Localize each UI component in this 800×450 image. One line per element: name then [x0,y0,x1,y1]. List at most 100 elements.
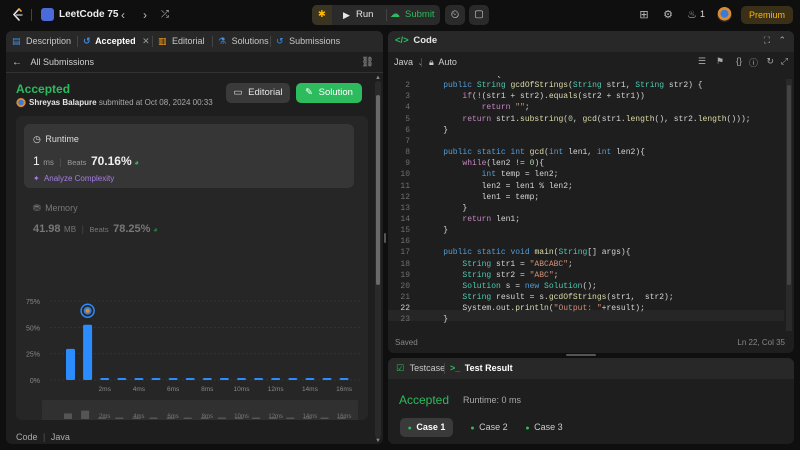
code-line[interactable]: while(len2 != 0){ [424,159,544,168]
maximize-icon[interactable]: ⛶ [764,35,770,46]
submit-button[interactable]: ☁ Submit [388,5,440,25]
scroll-up-icon[interactable]: ▲ [375,75,381,81]
chart-bar [134,378,144,380]
code-line[interactable]: } [424,204,467,213]
case-1-tab[interactable]: ● Case 1 [400,418,453,437]
runtime-header: ◷ Runtime [33,134,79,144]
code-line[interactable]: } [424,126,448,135]
settings-gear-icon[interactable]: ⚙ [661,8,675,22]
scroll-down-icon[interactable]: ▼ [375,438,381,444]
fullscreen-icon[interactable]: ⤢ [781,56,788,67]
code-editor[interactable]: 1 class Solution {2 public String gcdOfSt… [388,76,794,351]
code-line[interactable]: String str2 = "ABC"; [424,271,558,280]
next-problem-button[interactable]: › [138,7,152,23]
edit-icon: ✎ [305,87,313,98]
chart-bar [288,378,298,380]
x-tick-label: 4ms [133,386,146,393]
author-avatar[interactable] [16,98,26,108]
premium-button[interactable]: Premium [741,6,793,24]
code-line[interactable]: String str1 = "ABCABC"; [424,260,572,269]
close-tab-icon[interactable]: ✕ [142,36,150,46]
code-line[interactable]: if(!(str1 + str2).equals(str2 + str1)) [424,92,644,101]
info-icon[interactable]: ⓘ [749,56,758,69]
line-number: 3 [405,92,410,102]
code-line[interactable]: return str1.substring(0, gcd(str1.length… [424,115,750,124]
bookmark-icon[interactable]: ⚑ [716,56,724,67]
submission-panel: ▤ Description ↺ Accepted ✕ ▥ Editorial ⚗… [6,31,383,444]
auto-mode-toggle[interactable]: 🔒︎ Auto [429,57,457,68]
timer-icon[interactable]: ⏲ [445,5,465,25]
divider [152,36,153,47]
case-2-tab[interactable]: ● Case 2 [464,418,514,437]
divider [77,36,78,47]
leetcode-logo-icon[interactable] [11,8,25,22]
divider [444,363,445,374]
layout-grid-icon[interactable]: ⊞ [637,8,651,22]
analyze-complexity-link[interactable]: ✦ Analyze Complexity [33,174,114,183]
tab-test-result[interactable]: >_ Test Result [450,358,513,379]
mini-bar [217,417,226,419]
code-line[interactable]: String result = s.gcdOfStrings(str1, str… [424,293,673,302]
code-line[interactable]: } [424,315,448,324]
chart-bar [237,378,246,380]
avatar[interactable] [717,7,732,22]
back-to-submissions[interactable]: ← All Submissions [12,57,94,68]
chart-bar [117,378,127,380]
submission-status: Accepted [16,82,71,96]
divider [31,9,32,21]
language-select[interactable]: Java ⌄ [394,57,423,67]
tab-solutions[interactable]: ⚗ Solutions [218,31,269,52]
code-line[interactable]: len2 = len1 % len2; [424,182,573,191]
prev-problem-button[interactable]: ‹ [116,7,130,23]
code-line[interactable]: public static int gcd(int len1, int len2… [424,148,645,157]
code-line[interactable]: len1 = temp; [424,193,540,202]
x-tick-label: 6ms [167,386,180,393]
panel-resize-handle[interactable] [384,233,386,243]
code-line[interactable]: int temp = len2; [424,170,559,179]
editor-scrollbar[interactable] [786,79,792,331]
code-line[interactable]: class Solution { [424,76,501,79]
tab-description[interactable]: ▤ Description [12,31,71,52]
case-3-tab[interactable]: ● Case 3 [519,418,569,437]
tab-editorial[interactable]: ▥ Editorial [158,31,205,52]
tab-testcase[interactable]: ☑ Testcase [396,358,445,379]
code-line[interactable]: Solution s = new Solution(); [424,282,596,291]
runtime-distribution-chart[interactable]: 75% 50% 25% 0% 2ms 4ms 6ms 8ms 10ms 12ms 14ms 16ms 2… [16,256,368,420]
notes-icon[interactable]: ▢ [469,5,489,25]
reset-icon[interactable]: ↻ [766,56,774,67]
format-icon[interactable]: ☰ [698,56,706,67]
runtime-card[interactable]: ◷ Runtime 1 ms | Beats 70.16% ◕ ✦ Analyz… [24,124,354,188]
shuffle-icon[interactable]: ⤮ [158,7,172,23]
code-line[interactable]: } [424,226,448,235]
code-line[interactable]: public static void main(String[] args){ [424,248,630,257]
mini-bar [81,410,90,419]
tab-accepted[interactable]: ↺ Accepted ✕ [83,31,150,52]
editor-scrollbar-thumb[interactable] [787,85,791,285]
editorial-button[interactable]: ▭ Editorial [226,83,290,103]
scrollbar-thumb[interactable] [376,95,380,285]
book-icon: ▭ [233,87,243,98]
lock-icon: 🔒︎ [429,57,434,67]
memory-header[interactable]: ⛃ Memory [33,203,78,214]
scrollbar[interactable] [375,81,381,438]
streak-flame-icon[interactable]: ♨ [685,8,699,22]
tab-submissions[interactable]: ↺ Submissions [276,31,340,52]
panel-resize-handle[interactable] [566,354,596,356]
solution-button[interactable]: ✎ Solution [296,83,362,103]
line-number: 19 [400,270,410,280]
run-button[interactable]: ▶ Run [334,5,384,25]
study-plan-title[interactable]: LeetCode 75 [59,9,118,20]
chart-bar [168,378,178,380]
braces-icon[interactable]: {} [736,56,742,66]
code-line[interactable]: System.out.println("Output: "+result); [424,304,644,313]
debug-icon[interactable]: ✱ [312,5,332,25]
collapse-icon[interactable]: ⌃ [778,35,786,46]
study-plan-icon[interactable] [41,8,54,21]
author-name[interactable]: Shreyas Balapure [29,98,97,107]
status-dot-icon: ● [407,425,412,432]
share-link-icon[interactable]: ⛓ [361,57,374,68]
code-line[interactable]: public String gcdOfStrings(String str1, … [424,81,702,90]
code-line[interactable]: return ""; [424,103,530,112]
status-dot-icon: ● [470,425,475,432]
code-line[interactable]: return len1; [424,215,520,224]
